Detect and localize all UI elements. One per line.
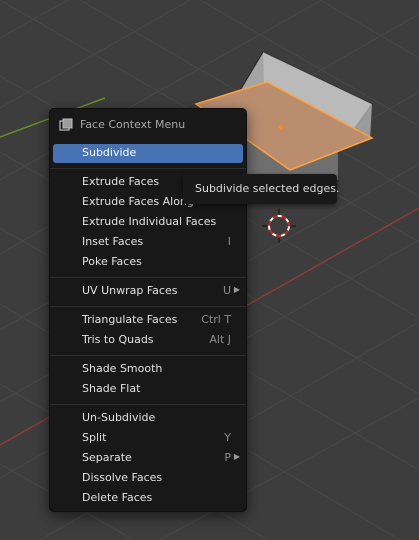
menu-item-label: Inset Faces xyxy=(82,235,144,248)
menu-item-label: Subdivide xyxy=(82,146,137,159)
menu-item-label: Extrude Individual Faces xyxy=(82,215,217,228)
face-center-dot xyxy=(278,124,284,130)
menu-item-inset-faces[interactable]: Inset Faces I xyxy=(53,233,243,252)
menu-item-shortcut: I xyxy=(227,235,231,248)
menu-item-dissolve-faces[interactable]: Dissolve Faces xyxy=(53,469,243,488)
menu-item-label: Triangulate Faces xyxy=(82,313,178,326)
menu-item-triangulate-faces[interactable]: Triangulate Faces Ctrl T xyxy=(53,311,243,330)
menu-item-separate[interactable]: Separate P ▶ xyxy=(53,449,243,468)
menu-item-un-subdivide[interactable]: Un-Subdivide xyxy=(53,409,243,428)
submenu-arrow-icon: ▶ xyxy=(233,452,240,461)
menu-item-label: Extrude Faces Along xyxy=(82,195,194,208)
menu-title: Face Context Menu xyxy=(80,118,186,131)
menu-item-shortcut: Y xyxy=(224,431,231,444)
menu-item-label: Separate xyxy=(82,451,132,464)
menu-item-shortcut: U xyxy=(222,284,231,297)
menu-item-label: Dissolve Faces xyxy=(82,471,163,484)
menu-separator xyxy=(50,277,246,278)
tooltip-text: Subdivide selected edges. xyxy=(195,182,340,195)
menu-item-label: Shade Flat xyxy=(82,382,141,395)
menu-separator xyxy=(50,404,246,405)
menu-item-label: Un-Subdivide xyxy=(82,411,156,424)
menu-item-label: Poke Faces xyxy=(82,255,142,268)
submenu-arrow-icon: ▶ xyxy=(233,285,240,294)
menu-item-tris-to-quads[interactable]: Tris to Quads Alt J xyxy=(53,331,243,350)
face-context-menu: Face Context Menu Subdivide Extrude Faces… xyxy=(49,108,247,512)
menu-item-label: Delete Faces xyxy=(82,491,153,504)
menu-item-shade-smooth[interactable]: Shade Smooth xyxy=(53,360,243,379)
menu-item-delete-faces[interactable]: Delete Faces xyxy=(53,489,243,508)
menu-item-shortcut: Alt J xyxy=(209,333,231,346)
menu-item-uv-unwrap-faces[interactable]: UV Unwrap Faces U ▶ xyxy=(53,282,243,301)
menu-separator xyxy=(50,306,246,307)
menu-item-poke-faces[interactable]: Poke Faces xyxy=(53,253,243,272)
menu-item-shortcut: Ctrl T xyxy=(201,313,231,326)
menu-item-split[interactable]: Split Y xyxy=(53,429,243,448)
menu-header: Face Context Menu xyxy=(50,109,246,141)
menu-item-label: UV Unwrap Faces xyxy=(82,284,178,297)
menu-item-extrude-individual-faces[interactable]: Extrude Individual Faces xyxy=(53,213,243,232)
menu-item-shortcut: P xyxy=(224,451,231,464)
menu-item-label: Shade Smooth xyxy=(82,362,163,375)
tooltip: Subdivide selected edges. xyxy=(183,174,340,204)
menu-separator xyxy=(50,168,246,169)
menu-item-label: Split xyxy=(82,431,107,444)
menu-separator xyxy=(50,355,246,356)
menu-item-shade-flat[interactable]: Shade Flat xyxy=(53,380,243,399)
face-select-icon xyxy=(59,118,73,131)
menu-item-subdivide[interactable]: Subdivide xyxy=(53,144,243,163)
menu-item-label: Tris to Quads xyxy=(82,333,154,346)
menu-item-label: Extrude Faces xyxy=(82,175,160,188)
